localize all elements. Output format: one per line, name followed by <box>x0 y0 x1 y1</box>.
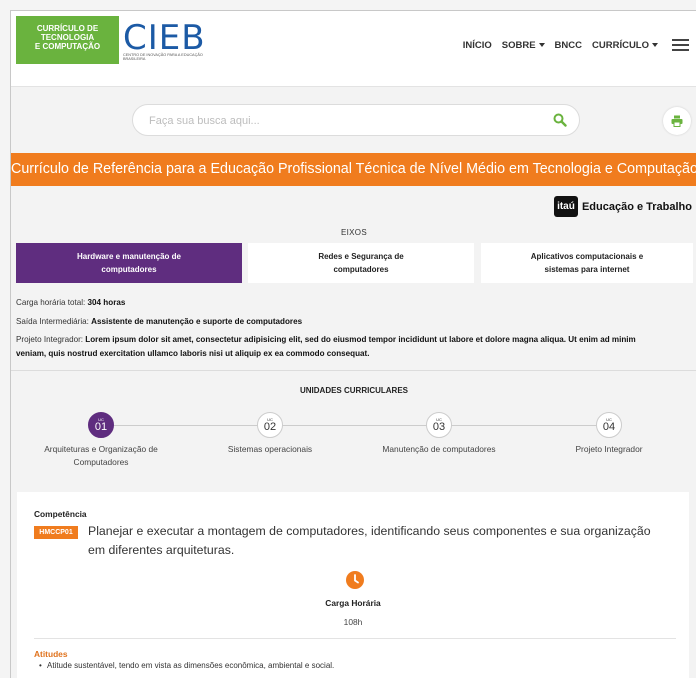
uc-step-03[interactable]: UC 03 <box>426 412 452 438</box>
caret-down-icon <box>652 43 658 47</box>
nav-curriculo-label: CURRÍCULO <box>592 39 649 51</box>
main-nav: INÍCIO SOBRE BNCC CURRÍCULO <box>453 39 689 51</box>
nav-bncc[interactable]: BNCC <box>555 40 582 51</box>
uc-label-line: Computadores <box>73 457 129 467</box>
uc-num: 01 <box>94 421 108 433</box>
projeto-value-2: veniam, quis nostrud exercitation ullamc… <box>16 349 370 358</box>
cieb-logo-subtitle: CENTRO DE INOVAÇÃO PARA A EDUCAÇÃO BRASI… <box>123 53 203 62</box>
tab-eixo-redes[interactable]: Redes e Segurança de computadores <box>248 243 474 283</box>
projeto-value-1: Lorem ipsum dolor sit amet, consectetur … <box>85 335 636 344</box>
projeto-integrador: Projeto Integrador: Lorem ipsum dolor si… <box>16 333 692 361</box>
carga-value: 304 horas <box>87 298 126 307</box>
brand-line-3: E COMPUTAÇÃO <box>34 42 101 51</box>
saida-value: Assistente de manutenção e suporte de co… <box>91 317 303 326</box>
carga-horaria-total: Carga horária total: 304 horas <box>16 296 125 310</box>
tab-label-line: sistemas para internet <box>544 265 630 274</box>
uc-step-04[interactable]: UC 04 <box>596 412 622 438</box>
uc-num: 02 <box>263 421 277 433</box>
cieb-logo[interactable]: CIEB <box>123 21 206 55</box>
saida-label: Saída Intermediária: <box>16 317 92 326</box>
saida-intermediaria: Saída Intermediária: Assistente de manut… <box>16 315 302 329</box>
page-title-banner: Currículo de Referência para a Educação … <box>11 153 696 186</box>
nav-curriculo[interactable]: CURRÍCULO <box>592 40 658 51</box>
eixos-title: EIXOS <box>341 228 367 237</box>
uc-label-04[interactable]: Projeto Integrador <box>539 443 679 456</box>
uc-num: 04 <box>602 421 616 433</box>
carga-label: Carga horária total: <box>16 298 88 307</box>
atitudes-label: Atitudes <box>34 649 68 659</box>
nav-inicio-label: INÍCIO <box>462 39 492 51</box>
competencia-text: Planejar e executar a montagem de comput… <box>88 524 651 557</box>
projeto-label: Projeto Integrador: <box>16 335 86 344</box>
brand-line-2: TECNOLOGIA <box>40 33 95 42</box>
print-button[interactable] <box>663 107 691 135</box>
caret-down-icon <box>538 43 545 47</box>
nav-inicio[interactable]: INÍCIO <box>463 40 492 51</box>
uc-num: 03 <box>432 421 446 433</box>
tab-label-line: Aplicativos computacionais e <box>530 252 644 261</box>
nav-bncc-label: BNCC <box>554 39 582 51</box>
partner-text: Educação e Trabalho <box>581 200 692 213</box>
tab-label-line: Redes e Segurança de <box>318 252 404 261</box>
uc-timeline-line <box>111 425 611 426</box>
unidades-title: UNIDADES CURRICULARES <box>299 386 408 395</box>
search-bar <box>132 104 580 136</box>
tab-eixo-aplicativos[interactable]: Aplicativos computacionais e sistemas pa… <box>481 243 693 283</box>
carga-horaria-label: Carga Horária <box>325 598 381 608</box>
competencia-card: Competência HMCCP01 Planejar e executar … <box>17 492 689 678</box>
tab-label-line: computadores <box>333 265 389 274</box>
nav-sobre-label: SOBRE <box>501 39 536 51</box>
page-frame: CURRÍCULO DE TECNOLOGIA E COMPUTAÇÃO CIE… <box>10 10 696 678</box>
hamburger-menu-icon[interactable] <box>672 39 689 51</box>
search-icon[interactable] <box>553 113 567 127</box>
uc-label-02[interactable]: Sistemas operacionais <box>200 443 340 456</box>
brand-line-1: CURRÍCULO DE <box>36 24 99 33</box>
uc-label-03[interactable]: Manutenção de computadores <box>369 443 509 456</box>
card-divider <box>34 638 676 639</box>
competencia-code-badge: HMCCP01 <box>34 526 78 539</box>
curriculo-brand-logo[interactable]: CURRÍCULO DE TECNOLOGIA E COMPUTAÇÃO <box>16 16 119 64</box>
site-header: CURRÍCULO DE TECNOLOGIA E COMPUTAÇÃO CIE… <box>11 11 696 87</box>
tab-eixo-hardware[interactable]: Hardware e manutenção de computadores <box>16 243 242 283</box>
print-icon <box>671 115 683 127</box>
atitude-item: Atitude sustentável, tendo em vista as d… <box>39 661 334 670</box>
tab-label-line: Hardware e manutenção de <box>76 252 182 261</box>
partner-logo: itaú Educação e Trabalho <box>553 196 692 217</box>
uc-label-line: Arquiteturas e Organização de <box>44 444 158 454</box>
uc-step-02[interactable]: UC 02 <box>257 412 283 438</box>
itau-logo: itaú <box>553 196 578 217</box>
competencia-label: Competência <box>34 509 87 519</box>
carga-horaria-value: 108h <box>343 617 363 627</box>
tab-label-line: computadores <box>101 265 157 274</box>
nav-sobre[interactable]: SOBRE <box>502 40 545 51</box>
clock-icon <box>346 571 364 589</box>
uc-step-01[interactable]: UC 01 <box>88 412 114 438</box>
uc-label-01[interactable]: Arquiteturas e Organização de Computador… <box>31 443 171 469</box>
search-input[interactable] <box>149 113 529 129</box>
section-divider <box>11 370 696 371</box>
